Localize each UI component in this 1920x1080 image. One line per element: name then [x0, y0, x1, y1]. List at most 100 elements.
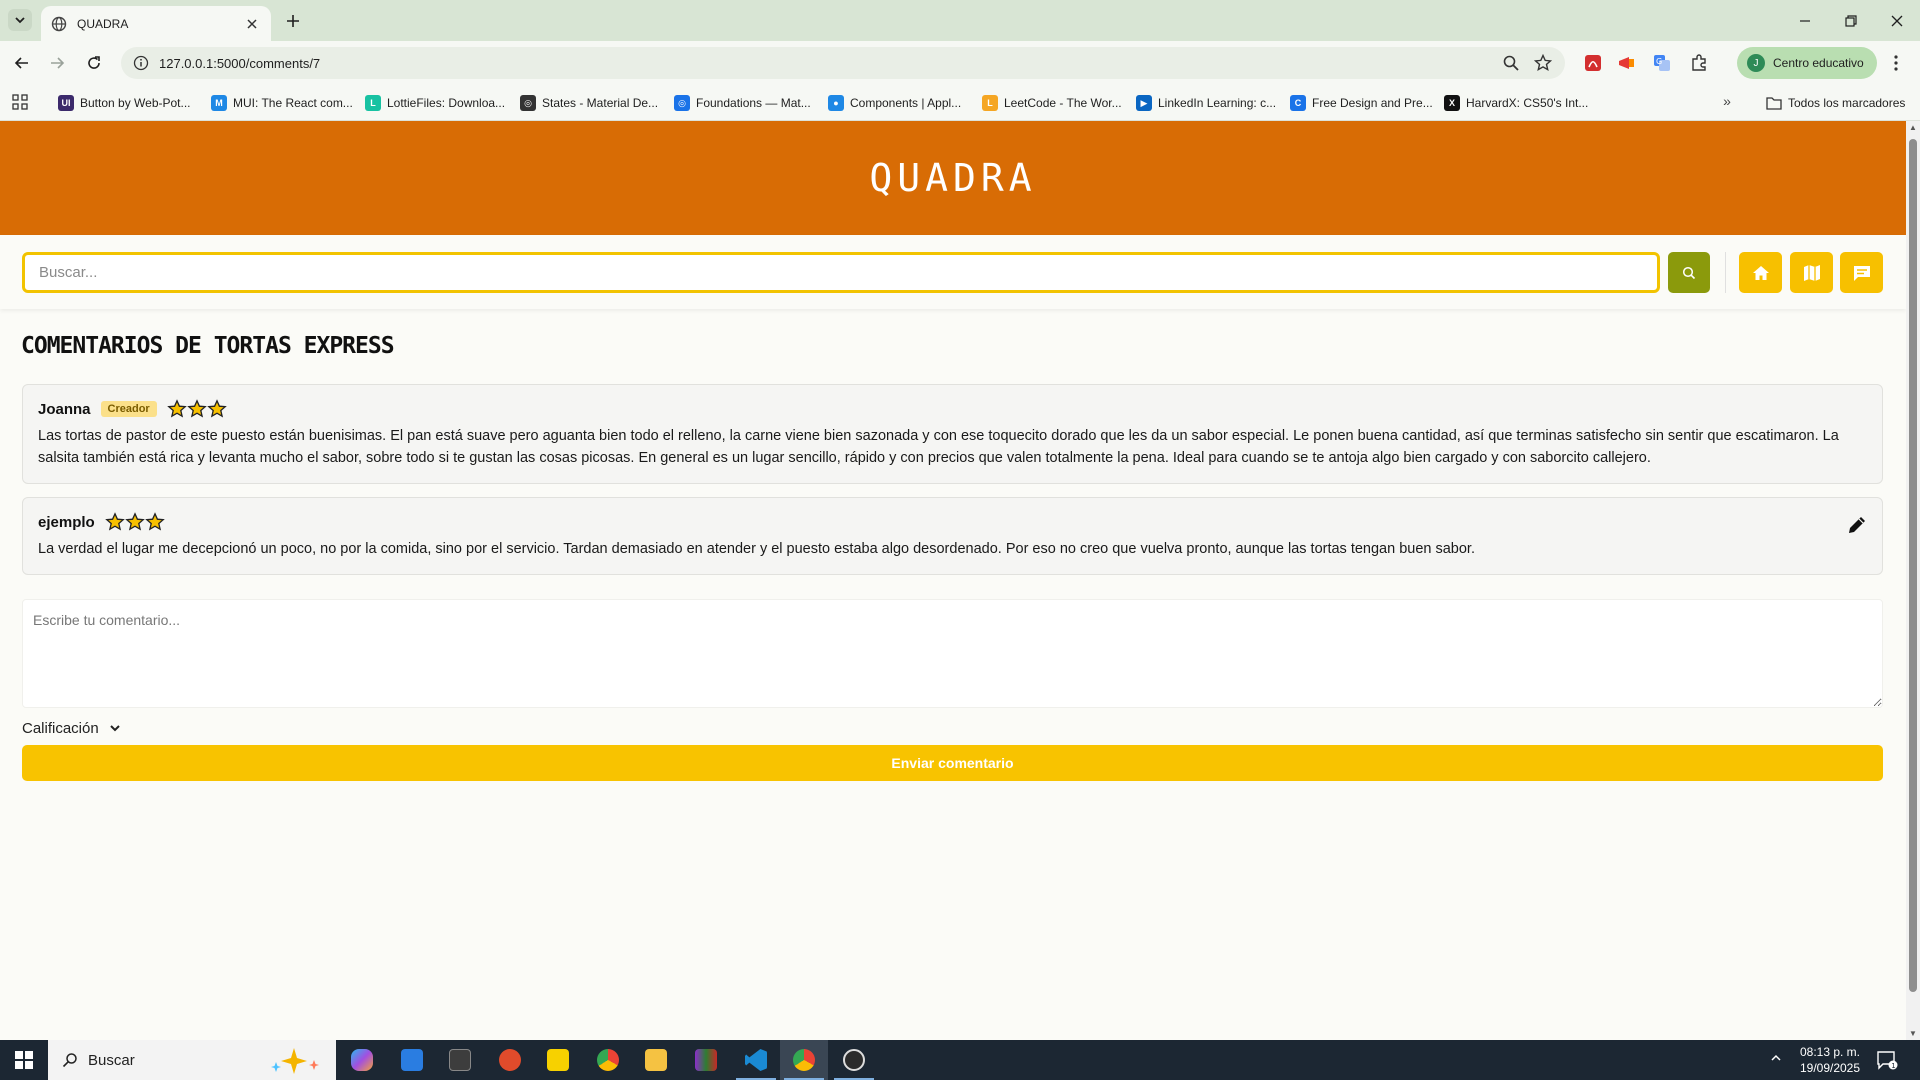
apps-grid-icon[interactable] — [12, 94, 30, 112]
bookmark-item[interactable]: ▶ LinkedIn Learning: c... — [1136, 93, 1276, 113]
windows-start-icon[interactable] — [0, 1040, 48, 1080]
obs-app-icon[interactable] — [830, 1040, 878, 1080]
home-icon — [1751, 263, 1771, 283]
comment-textarea[interactable] — [22, 599, 1883, 708]
bookmark-item[interactable]: C Free Design and Pre... — [1290, 93, 1433, 113]
clock-time: 08:13 p. m. — [1799, 1045, 1861, 1059]
folder-icon — [1766, 96, 1782, 110]
address-bar[interactable]: 127.0.0.1:5000/comments/7 — [121, 47, 1565, 79]
taskbar-clock[interactable]: 08:13 p. m. 19/09/2025 — [1795, 1044, 1865, 1076]
bookmark-favicon-icon: C — [1290, 95, 1306, 111]
all-bookmarks-button[interactable]: Todos los marcadores — [1766, 93, 1905, 113]
scroll-up-icon[interactable]: ▲ — [1909, 123, 1917, 132]
bookmark-label: Foundations — Mat... — [696, 96, 811, 110]
chevron-down-icon — [109, 723, 121, 733]
zoom-icon[interactable] — [1502, 54, 1520, 72]
browser-toolbar: 127.0.0.1:5000/comments/7 G J Centro edu… — [0, 41, 1920, 85]
search-icon — [62, 1052, 78, 1068]
windows-taskbar: Buscar 08:13 p. m. 19/09/2025 1 — [0, 1040, 1920, 1080]
bookmark-item[interactable]: ◎ States - Material De... — [520, 93, 658, 113]
window-close-icon[interactable] — [1874, 6, 1920, 36]
site-info-icon[interactable] — [133, 55, 149, 71]
vscode-app-icon[interactable] — [732, 1040, 780, 1080]
edit-comment-button[interactable] — [1844, 512, 1870, 538]
file-explorer-app-icon[interactable] — [632, 1040, 680, 1080]
tab-search-chevron-icon[interactable] — [8, 9, 32, 31]
app-header: QUADRA — [0, 121, 1906, 235]
new-tab-plus-icon[interactable] — [282, 10, 304, 32]
bookmarks-bar: UI Button by Web-Pot... M MUI: The React c… — [0, 85, 1920, 121]
search-icon — [1682, 266, 1696, 280]
extensions-puzzle-icon[interactable] — [1689, 53, 1709, 73]
translate-extension-icon[interactable]: G — [1652, 53, 1672, 73]
map-icon — [1802, 263, 1822, 283]
home-button[interactable] — [1739, 252, 1782, 293]
tray-chevron-up-icon[interactable] — [1770, 1052, 1782, 1067]
chat-bubble-icon — [1852, 263, 1872, 283]
bookmark-label: Free Design and Pre... — [1312, 96, 1433, 110]
submit-comment-button[interactable]: Enviar comentario — [22, 745, 1883, 781]
bookmark-label: LottieFiles: Downloa... — [387, 96, 506, 110]
notification-center-icon[interactable]: 1 — [1876, 1050, 1898, 1070]
rating-select[interactable]: Calificación — [22, 717, 121, 739]
restore-icon[interactable] — [1828, 6, 1874, 36]
globe-icon — [51, 16, 67, 32]
bookmark-item[interactable]: X HarvardX: CS50's Int... — [1444, 93, 1588, 113]
url-text: 127.0.0.1:5000/comments/7 — [159, 55, 321, 71]
bookmark-label: MUI: The React com... — [233, 96, 353, 110]
rating-select-label: Calificación — [22, 719, 99, 737]
chrome-app-icon[interactable] — [584, 1040, 632, 1080]
copilot-app-icon[interactable] — [338, 1040, 386, 1080]
bookmark-item[interactable]: M MUI: The React com... — [211, 93, 353, 113]
bookmark-favicon-icon: X — [1444, 95, 1460, 111]
scrollbar-thumb[interactable] — [1909, 139, 1917, 992]
adobe-pdf-extension-icon[interactable] — [1583, 53, 1603, 73]
taskbar-search[interactable]: Buscar — [48, 1040, 336, 1080]
bookmark-star-icon[interactable] — [1534, 54, 1552, 72]
brand-logo[interactable]: QUADRA — [869, 156, 1036, 200]
comments-button[interactable] — [1840, 252, 1883, 293]
chrome-active-app-icon[interactable] — [780, 1040, 828, 1080]
bookmark-item[interactable]: ◎ Foundations — Mat... — [674, 93, 811, 113]
browser-tab[interactable]: QUADRA — [41, 6, 271, 41]
bookmark-item[interactable]: L LottieFiles: Downloa... — [365, 93, 505, 113]
creator-badge: Creador — [100, 401, 157, 417]
star-icon — [166, 399, 187, 418]
page-scrollbar[interactable]: ▲ ▼ — [1906, 121, 1920, 1040]
page-title: COMENTARIOS DE TORTAS EXPRESS — [21, 333, 395, 359]
bookmark-label: LeetCode - The Wor... — [1004, 96, 1122, 110]
bookmark-favicon-icon: ◎ — [674, 95, 690, 111]
search-toolbar — [0, 235, 1906, 309]
reload-icon[interactable] — [80, 49, 108, 77]
comment-author: ejemplo — [38, 513, 95, 531]
tab-close-icon[interactable] — [243, 15, 261, 33]
bookmark-item[interactable]: ● Components | Appl... — [828, 93, 961, 113]
megaphone-extension-icon[interactable] — [1617, 53, 1637, 73]
more-bookmarks-chevron-icon[interactable]: » — [1717, 93, 1737, 113]
sparkle-icon — [266, 1046, 326, 1074]
star-icon — [104, 512, 125, 531]
minimize-icon[interactable] — [1782, 6, 1828, 36]
winrar-app-icon[interactable] — [682, 1040, 730, 1080]
bookmark-favicon-icon: L — [982, 95, 998, 111]
all-bookmarks-label: Todos los marcadores — [1788, 96, 1906, 110]
search-button[interactable] — [1668, 252, 1710, 293]
map-button[interactable] — [1790, 252, 1833, 293]
clock-date: 19/09/2025 — [1799, 1061, 1861, 1075]
bookmark-item[interactable]: L LeetCode - The Wor... — [982, 93, 1122, 113]
back-arrow-icon[interactable] — [8, 49, 36, 77]
forward-arrow-icon[interactable] — [43, 49, 71, 77]
kebab-menu-icon[interactable] — [1886, 53, 1906, 73]
sticky-notes-app-icon[interactable] — [534, 1040, 582, 1080]
search-input[interactable] — [22, 252, 1660, 293]
store-app-icon[interactable] — [388, 1040, 436, 1080]
profile-label: Centro educativo — [1773, 56, 1864, 70]
profile-chip[interactable]: J Centro educativo — [1737, 47, 1877, 79]
bookmark-item[interactable]: UI Button by Web-Pot... — [58, 93, 191, 113]
scroll-down-icon[interactable]: ▼ — [1909, 1029, 1917, 1038]
svg-text:G: G — [1656, 57, 1662, 66]
dev-home-app-icon[interactable] — [436, 1040, 484, 1080]
star-icon — [144, 512, 165, 531]
bookmark-favicon-icon: ▶ — [1136, 95, 1152, 111]
git-app-icon[interactable] — [486, 1040, 534, 1080]
